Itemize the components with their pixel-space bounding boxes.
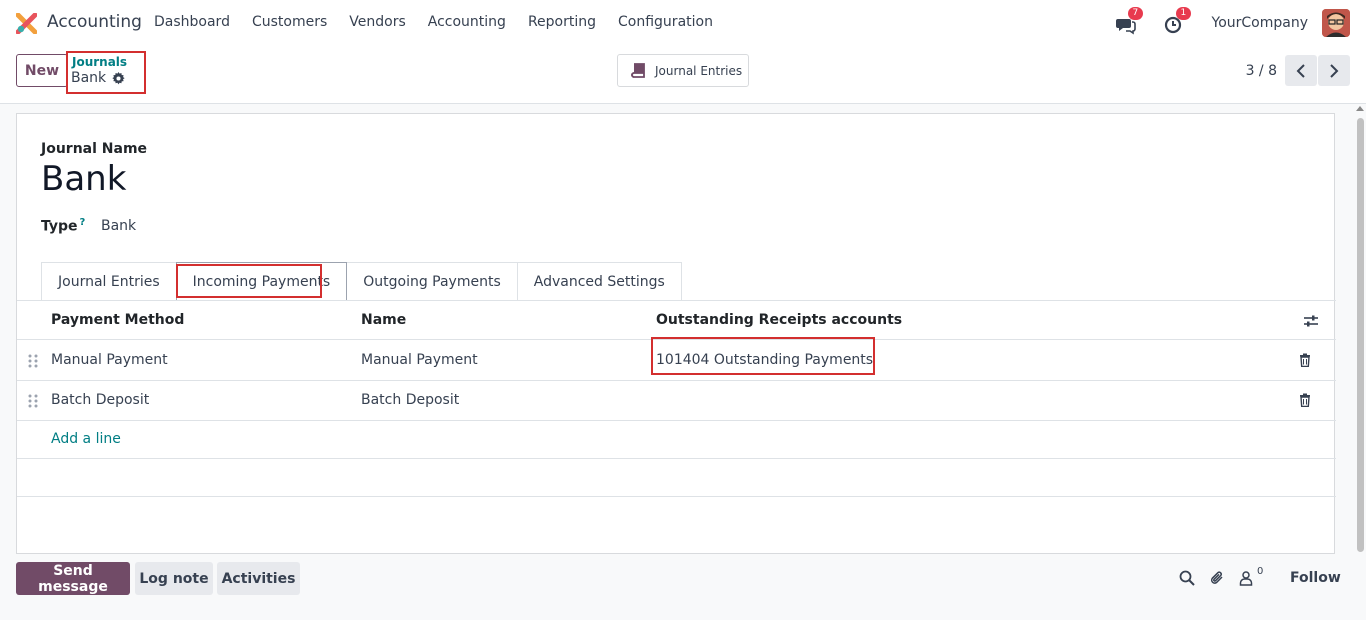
follow-button[interactable]: Follow <box>1290 570 1341 586</box>
form-sheet: Journal Name Bank Type? Bank Journal Ent… <box>16 113 1336 554</box>
top-navbar: Accounting Dashboard Customers Vendors A… <box>0 0 1366 46</box>
column-payment-method[interactable]: Payment Method <box>51 312 184 328</box>
paperclip-icon[interactable] <box>1209 570 1225 586</box>
trash-icon[interactable] <box>1298 353 1312 367</box>
avatar-image <box>1322 9 1350 37</box>
messages-button[interactable]: 7 <box>1115 7 1144 35</box>
notebook-tabs: Journal Entries Incoming Payments Outgoi… <box>41 262 682 300</box>
chatter-bar: Send message Log note Activities 0 Follo… <box>16 562 1350 596</box>
app-name[interactable]: Accounting <box>47 12 142 32</box>
add-line-row <box>17 421 1336 459</box>
breadcrumb-journals[interactable]: Journals <box>72 55 127 69</box>
tab-advanced-settings[interactable]: Advanced Settings <box>516 262 682 300</box>
scroll-up-arrow[interactable] <box>1356 106 1364 111</box>
journal-name-label: Journal Name <box>41 141 148 157</box>
empty-table-row <box>17 459 1336 497</box>
menu-configuration[interactable]: Configuration <box>618 14 713 30</box>
type-label-text: Type <box>41 218 78 235</box>
followers-icon[interactable] <box>1238 570 1254 586</box>
smart-button-label: Journal Entries <box>655 63 743 78</box>
activities-button[interactable]: Activities <box>217 562 300 595</box>
activities-button[interactable]: 1 <box>1164 7 1192 34</box>
chevron-left-icon <box>1296 63 1305 78</box>
drag-handle-icon[interactable] <box>28 394 38 408</box>
followers-count: 0 <box>1257 566 1264 577</box>
tab-outgoing-payments[interactable]: Outgoing Payments <box>346 262 518 300</box>
active-tab-highlight <box>176 264 322 298</box>
type-field[interactable]: Bank <box>101 218 136 234</box>
breadcrumb-current: Bank <box>71 70 125 86</box>
journal-entries-smart-button[interactable]: Journal Entries <box>617 54 749 87</box>
scrollbar[interactable] <box>1357 118 1364 552</box>
activities-badge: 1 <box>1175 7 1192 20</box>
accounting-app-icon[interactable] <box>16 13 37 34</box>
journal-name-field[interactable]: Bank <box>41 159 126 199</box>
gear-icon[interactable] <box>112 71 125 85</box>
control-panel: New Journals Bank Journal Entries 3 / 8 <box>0 46 1366 104</box>
search-icon[interactable] <box>1179 570 1195 586</box>
add-a-line-link[interactable]: Add a line <box>51 431 121 447</box>
messages-badge: 7 <box>1127 7 1144 20</box>
menu-dashboard[interactable]: Dashboard <box>154 14 230 30</box>
company-switcher[interactable]: YourCompany <box>1212 15 1309 31</box>
menu-vendors[interactable]: Vendors <box>349 14 405 30</box>
send-message-button[interactable]: Send message <box>16 562 130 595</box>
menu-accounting[interactable]: Accounting <box>428 14 506 30</box>
column-name[interactable]: Name <box>361 312 406 328</box>
pager-value[interactable]: 3 / 8 <box>1246 63 1277 79</box>
type-help-tooltip[interactable]: ? <box>80 217 86 228</box>
outstanding-account-highlight <box>651 337 875 375</box>
table-row[interactable]: Batch Deposit Batch Deposit <box>17 381 1336 421</box>
chevron-right-icon <box>1330 63 1339 78</box>
name-cell[interactable]: Manual Payment <box>361 352 478 368</box>
column-outstanding-receipts[interactable]: Outstanding Receipts accounts <box>656 312 902 328</box>
pager-next-button[interactable] <box>1318 55 1350 86</box>
type-label: Type? <box>41 217 85 235</box>
name-cell[interactable]: Batch Deposit <box>361 392 459 408</box>
book-icon <box>631 62 645 78</box>
menu-customers[interactable]: Customers <box>252 14 327 30</box>
drag-handle-icon[interactable] <box>28 354 38 368</box>
log-note-button[interactable]: Log note <box>135 562 213 595</box>
new-button[interactable]: New <box>16 54 68 87</box>
payment-method-cell[interactable]: Manual Payment <box>51 352 168 368</box>
main-menu: Dashboard Customers Vendors Accounting R… <box>154 14 735 30</box>
optional-columns-icon[interactable] <box>1303 313 1319 329</box>
payment-method-cell[interactable]: Batch Deposit <box>51 392 149 408</box>
pager-previous-button[interactable] <box>1285 55 1317 86</box>
breadcrumb-current-label: Bank <box>71 70 107 86</box>
trash-icon[interactable] <box>1298 393 1312 407</box>
table-header: Payment Method Name Outstanding Receipts… <box>17 301 1336 340</box>
systray: 7 1 YourCompany <box>1115 7 1350 38</box>
user-avatar[interactable] <box>1322 9 1350 37</box>
menu-reporting[interactable]: Reporting <box>528 14 596 30</box>
tab-journal-entries[interactable]: Journal Entries <box>41 262 177 300</box>
